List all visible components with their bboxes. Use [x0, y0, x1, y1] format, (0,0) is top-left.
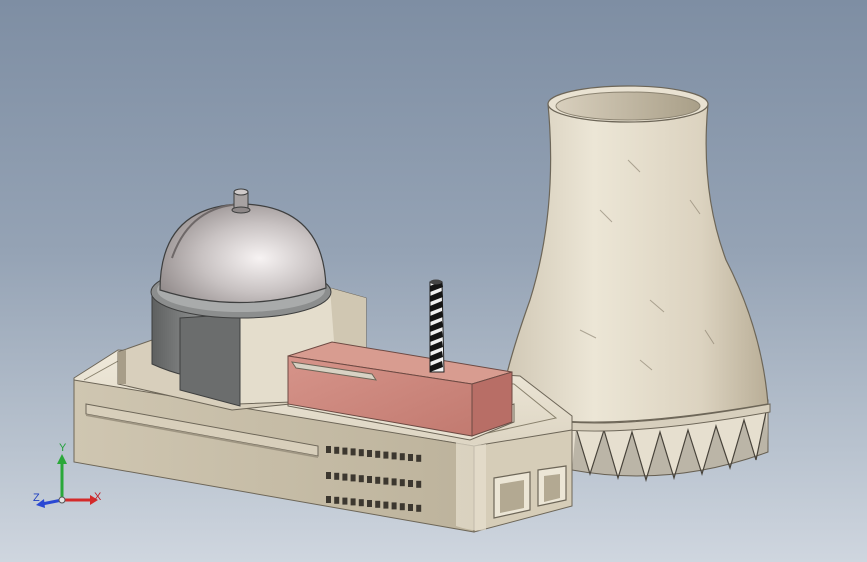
building-window — [383, 477, 389, 485]
building-window — [326, 472, 331, 479]
building-window — [416, 480, 422, 488]
building-window — [408, 504, 413, 511]
axis-triad-graphic — [36, 454, 98, 508]
orientation-triad[interactable]: X Y Z — [28, 440, 108, 520]
x-axis-label: X — [94, 491, 102, 503]
z-axis-label: Z — [33, 492, 40, 504]
building-window — [334, 496, 340, 504]
building-window — [358, 499, 364, 507]
building-window — [350, 474, 356, 482]
building-window — [383, 451, 389, 459]
building-window — [383, 501, 389, 509]
building-window — [391, 452, 397, 460]
building-window — [367, 476, 372, 483]
building-window — [416, 454, 422, 462]
nuclear-plant-model[interactable] — [0, 0, 867, 562]
building-window — [399, 503, 405, 511]
building-window — [326, 446, 331, 453]
y-axis-label: Y — [59, 442, 67, 454]
building-window — [342, 447, 348, 455]
building-window — [358, 449, 364, 457]
building-window — [399, 453, 405, 461]
building-window — [358, 475, 364, 483]
building-window — [391, 502, 397, 510]
building-window — [375, 500, 381, 508]
building-window — [350, 448, 356, 456]
building-window — [375, 476, 381, 484]
building-window — [375, 450, 381, 458]
building-window — [399, 479, 405, 487]
building-window — [367, 450, 372, 457]
building-window — [342, 473, 348, 481]
building-window — [350, 498, 356, 506]
3d-viewport[interactable]: X Y Z — [0, 0, 867, 562]
building-window — [408, 454, 413, 461]
building-window — [367, 500, 372, 507]
building-window — [334, 472, 340, 480]
reactor-dome[interactable] — [159, 188, 327, 304]
building-window — [342, 497, 348, 505]
exhaust-stack[interactable] — [429, 279, 445, 373]
building-window — [416, 504, 422, 512]
building-window — [326, 496, 331, 503]
building-window — [334, 446, 340, 454]
building-window — [408, 480, 413, 487]
building-window — [391, 478, 397, 486]
